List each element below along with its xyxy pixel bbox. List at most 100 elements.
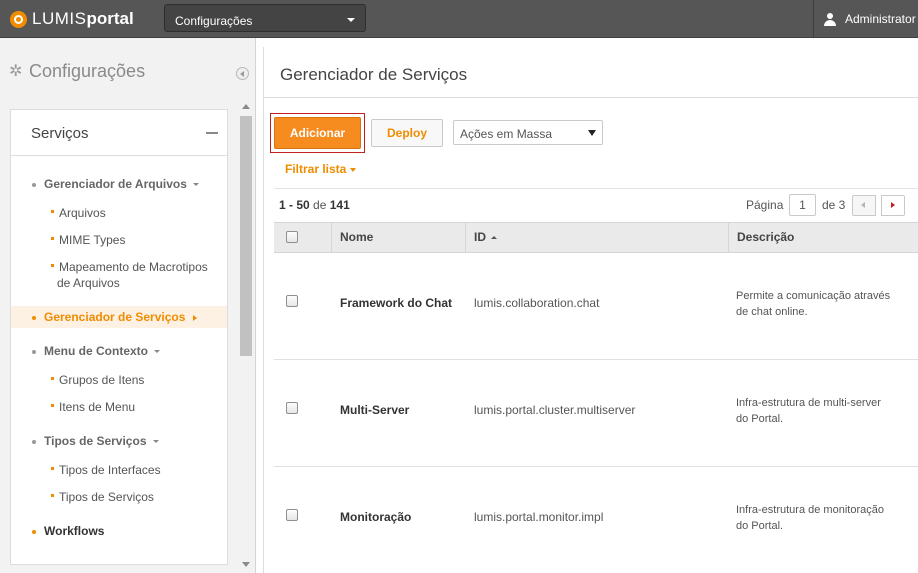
description-line: do Portal. (736, 413, 784, 425)
nav-header-label: Serviços (31, 125, 89, 142)
next-page-button[interactable] (881, 195, 905, 216)
nav-item-grupos-itens[interactable]: Grupos de Itens (59, 373, 144, 387)
chevron-down-icon (347, 18, 355, 22)
minus-icon[interactable] (206, 132, 218, 134)
scroll-down-icon[interactable] (242, 562, 250, 567)
description-line: Permite a comunicação através (736, 290, 891, 302)
page-title: Gerenciador de Serviços (280, 65, 468, 84)
content-area: Adicionar Deploy Ações em Massa Filtrar … (264, 98, 918, 573)
bullet-icon (32, 350, 36, 354)
description-line: Infra-estrutura de multi-server (736, 397, 881, 409)
record-count: 1 - 50 de 141 (279, 198, 350, 212)
nav-item-menu-contexto[interactable]: Menu de Contexto (44, 344, 160, 358)
service-id: lumis.collaboration.chat (474, 296, 600, 310)
column-header-id[interactable]: ID (465, 223, 728, 252)
nav-item-label: Gerenciador de Serviços (44, 310, 186, 324)
nav-item-label: Tipos de Serviços (44, 434, 147, 448)
bullet-icon (32, 183, 36, 187)
service-name: Monitoração (340, 510, 412, 524)
page-total: de 3 (822, 198, 846, 212)
bullet-icon (51, 494, 54, 497)
bullet-icon (32, 316, 36, 320)
left-panel: ✲ Configurações Serviços Gerenciador de … (0, 38, 256, 573)
nav-item-label: Gerenciador de Arquivos (44, 177, 187, 191)
add-button-highlight: Adicionar (270, 113, 365, 153)
service-description: Infra-estrutura de monitoração do Portal… (736, 502, 916, 534)
service-id: lumis.portal.cluster.multiserver (474, 403, 636, 417)
nav-item-tipos-interfaces[interactable]: Tipos de Interfaces (59, 463, 161, 477)
logo-text-portal: portal (86, 9, 134, 28)
nav-item-mapeamento-line2[interactable]: de Arquivos (57, 276, 120, 290)
table-row[interactable]: Monitoração lumis.portal.monitor.impl In… (274, 467, 918, 573)
previous-page-button[interactable] (852, 195, 876, 216)
dropdown-arrow-icon (588, 130, 596, 136)
count-total: 141 (329, 198, 350, 212)
context-select[interactable]: Configurações (164, 4, 366, 32)
scrollbar[interactable] (240, 100, 252, 573)
gear-icon: ✲ (9, 62, 23, 80)
nav-item-mapeamento-line1[interactable]: Mapeamento de Macrotipos (59, 260, 208, 274)
collapse-panel-button[interactable] (236, 67, 249, 80)
bullet-icon (51, 377, 54, 380)
lumisportal-logo[interactable]: LUMIS portal (10, 9, 134, 29)
main-panel: Gerenciador de Serviços Adicionar Deploy… (263, 47, 918, 573)
scroll-thumb[interactable] (240, 116, 252, 356)
bullet-icon (51, 237, 54, 240)
nav-item-tipos-servicos-sub[interactable]: Tipos de Serviços (59, 490, 154, 504)
column-label: Descrição (737, 230, 795, 244)
description-line: de chat online. (736, 306, 808, 318)
row-checkbox[interactable] (286, 295, 298, 307)
count-of: de (313, 198, 327, 212)
top-bar: LUMIS portal Configurações Administrator (0, 0, 918, 38)
divider (274, 188, 918, 189)
nav-item-gerenciador-arquivos[interactable]: Gerenciador de Arquivos (44, 177, 199, 191)
service-name: Framework do Chat (340, 296, 453, 310)
bullet-icon (32, 530, 36, 534)
chevron-down-icon (154, 350, 160, 354)
chevron-right-icon (193, 314, 198, 321)
context-select-value: Configurações (175, 14, 253, 28)
nav-item-label: Menu de Contexto (44, 344, 148, 358)
service-name: Multi-Server (340, 403, 410, 417)
bullet-icon (51, 467, 54, 470)
nav-item-gerenciador-servicos[interactable]: Gerenciador de Serviços (44, 310, 198, 324)
nav-header[interactable]: Serviços (11, 110, 227, 156)
bullet-icon (51, 404, 54, 407)
services-nav: Serviços Gerenciador de Arquivos Arquivo… (10, 109, 228, 565)
user-icon (824, 12, 836, 26)
description-line: Infra-estrutura de monitoração (736, 504, 884, 516)
bulk-actions-select[interactable]: Ações em Massa (453, 120, 603, 145)
user-name: Administrator (845, 12, 916, 26)
page-number-input[interactable]: 1 (789, 194, 816, 216)
table-header: Nome ID Descrição (274, 222, 918, 253)
row-checkbox[interactable] (286, 509, 298, 521)
select-all-cell (274, 223, 331, 252)
nav-item-arquivos[interactable]: Arquivos (59, 206, 106, 220)
panel-title: ✲ Configurações (9, 61, 145, 82)
column-header-description[interactable]: Descrição (728, 223, 918, 252)
scroll-up-icon[interactable] (242, 104, 250, 109)
column-label: Nome (340, 230, 374, 244)
deploy-button[interactable]: Deploy (371, 119, 443, 147)
sort-ascending-icon (491, 236, 497, 240)
column-header-name[interactable]: Nome (331, 223, 465, 252)
chevron-down-icon (192, 183, 199, 187)
table-row[interactable]: Multi-Server lumis.portal.cluster.multis… (274, 360, 918, 467)
nav-item-mime-types[interactable]: MIME Types (59, 233, 125, 247)
filter-list-link[interactable]: Filtrar lista (285, 162, 357, 176)
add-button[interactable]: Adicionar (274, 117, 361, 149)
bullet-icon (51, 264, 54, 267)
nav-item-workflows[interactable]: Workflows (44, 524, 104, 538)
row-checkbox[interactable] (286, 402, 298, 414)
column-label: ID (474, 230, 486, 244)
table-row[interactable]: Framework do Chat lumis.collaboration.ch… (274, 253, 918, 360)
description-line: do Portal. (736, 520, 784, 532)
select-all-checkbox[interactable] (286, 231, 298, 243)
service-description: Infra-estrutura de multi-server do Porta… (736, 395, 916, 427)
nav-item-itens-menu[interactable]: Itens de Menu (59, 400, 135, 414)
bullet-icon (32, 440, 36, 444)
user-menu[interactable]: Administrator (813, 0, 918, 38)
bulk-actions-value: Ações em Massa (460, 127, 553, 141)
logo-text-lumis: LUMIS (32, 9, 87, 28)
nav-item-tipos-servicos[interactable]: Tipos de Serviços (44, 434, 159, 448)
